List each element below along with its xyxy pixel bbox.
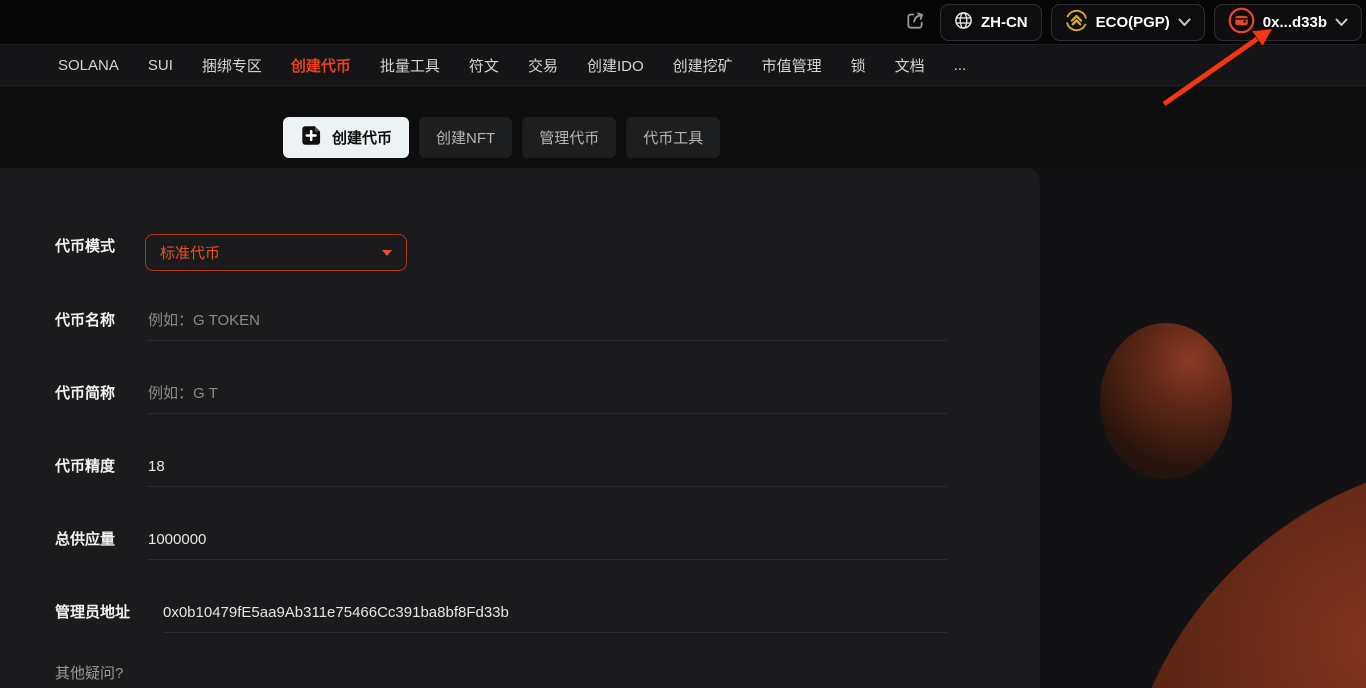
- admin-address-input[interactable]: [163, 593, 947, 633]
- top-bar: ZH-CN ECO(PGP) 0x...d33b: [0, 0, 1366, 45]
- nav-item-more[interactable]: ...: [954, 57, 967, 74]
- nav-item-create-ido[interactable]: 创建IDO: [587, 55, 644, 76]
- tab-label: 创建代币: [332, 130, 393, 147]
- token-mode-value: 标准代币: [160, 245, 221, 262]
- token-tabs: 创建代币 创建NFT 管理代币 代币工具: [283, 117, 721, 158]
- tab-create-token[interactable]: 创建代币: [283, 117, 410, 158]
- nav-item-lock[interactable]: 锁: [851, 55, 866, 76]
- tab-label: 创建NFT: [436, 130, 496, 147]
- nav-item-batch-tools[interactable]: 批量工具: [380, 55, 440, 76]
- other-questions-link[interactable]: 其他疑问?: [55, 662, 123, 683]
- token-decimals-input[interactable]: [148, 447, 947, 487]
- decorative-sphere-large: [1118, 456, 1366, 688]
- tab-create-nft[interactable]: 创建NFT: [419, 117, 513, 158]
- share-icon: [903, 8, 928, 38]
- field-label-token-decimals: 代币精度: [55, 458, 116, 475]
- main-area: 代币模式 标准代币 代币名称 代币简称 代币精度 总供应量 管理员地址 其他疑问…: [0, 168, 1366, 688]
- nav-item-runes[interactable]: 符文: [469, 55, 499, 76]
- field-label-total-supply: 总供应量: [55, 531, 116, 548]
- field-label-token-mode: 代币模式: [55, 238, 116, 255]
- field-label-token-name: 代币名称: [55, 312, 116, 329]
- caret-down-icon: [382, 249, 392, 256]
- globe-icon: [954, 11, 973, 34]
- wallet-address-label: 0x...d33b: [1262, 14, 1327, 31]
- add-document-icon: [300, 124, 323, 151]
- wallet-button[interactable]: 0x...d33b: [1213, 4, 1362, 41]
- token-name-input[interactable]: [148, 301, 947, 341]
- tab-label: 管理代币: [539, 130, 600, 147]
- network-button[interactable]: ECO(PGP): [1050, 4, 1205, 41]
- eco-network-icon: [1065, 9, 1088, 36]
- nav-item-docs[interactable]: 文档: [895, 55, 925, 76]
- field-label-admin-address: 管理员地址: [55, 604, 131, 621]
- token-mode-select[interactable]: 标准代币: [145, 234, 407, 271]
- nav-item-sui[interactable]: SUI: [148, 57, 173, 74]
- share-button[interactable]: [901, 8, 931, 38]
- language-label: ZH-CN: [980, 14, 1028, 31]
- tab-token-tools[interactable]: 代币工具: [626, 117, 721, 158]
- wallet-icon: [1228, 7, 1255, 38]
- token-form-panel: 代币模式 标准代币 代币名称 代币简称 代币精度 总供应量 管理员地址 其他疑问…: [0, 168, 1040, 688]
- total-supply-input[interactable]: [148, 520, 947, 560]
- chevron-down-icon: [1178, 14, 1191, 31]
- tab-label: 代币工具: [643, 130, 704, 147]
- token-symbol-input[interactable]: [148, 374, 947, 414]
- nav-item-bundle-zone[interactable]: 捆绑专区: [202, 55, 262, 76]
- field-label-token-symbol: 代币简称: [55, 385, 116, 402]
- tab-strip: 创建代币 创建NFT 管理代币 代币工具: [0, 87, 1366, 168]
- decorative-sphere-small: [1100, 323, 1232, 479]
- nav-item-trade[interactable]: 交易: [528, 55, 558, 76]
- nav-item-create-token[interactable]: 创建代币: [291, 55, 351, 76]
- nav-item-create-mining[interactable]: 创建挖矿: [673, 55, 733, 76]
- top-bar-actions: ZH-CN ECO(PGP) 0x...d33b: [901, 4, 1362, 41]
- chevron-down-icon: [1335, 14, 1348, 31]
- nav-item-solana[interactable]: SOLANA: [58, 57, 119, 74]
- language-button[interactable]: ZH-CN: [939, 4, 1042, 41]
- tab-manage-token[interactable]: 管理代币: [522, 117, 617, 158]
- main-nav: SOLANA SUI 捆绑专区 创建代币 批量工具 符文 交易 创建IDO 创建…: [0, 46, 1366, 86]
- network-label: ECO(PGP): [1095, 14, 1170, 31]
- nav-item-market-management[interactable]: 市值管理: [762, 55, 822, 76]
